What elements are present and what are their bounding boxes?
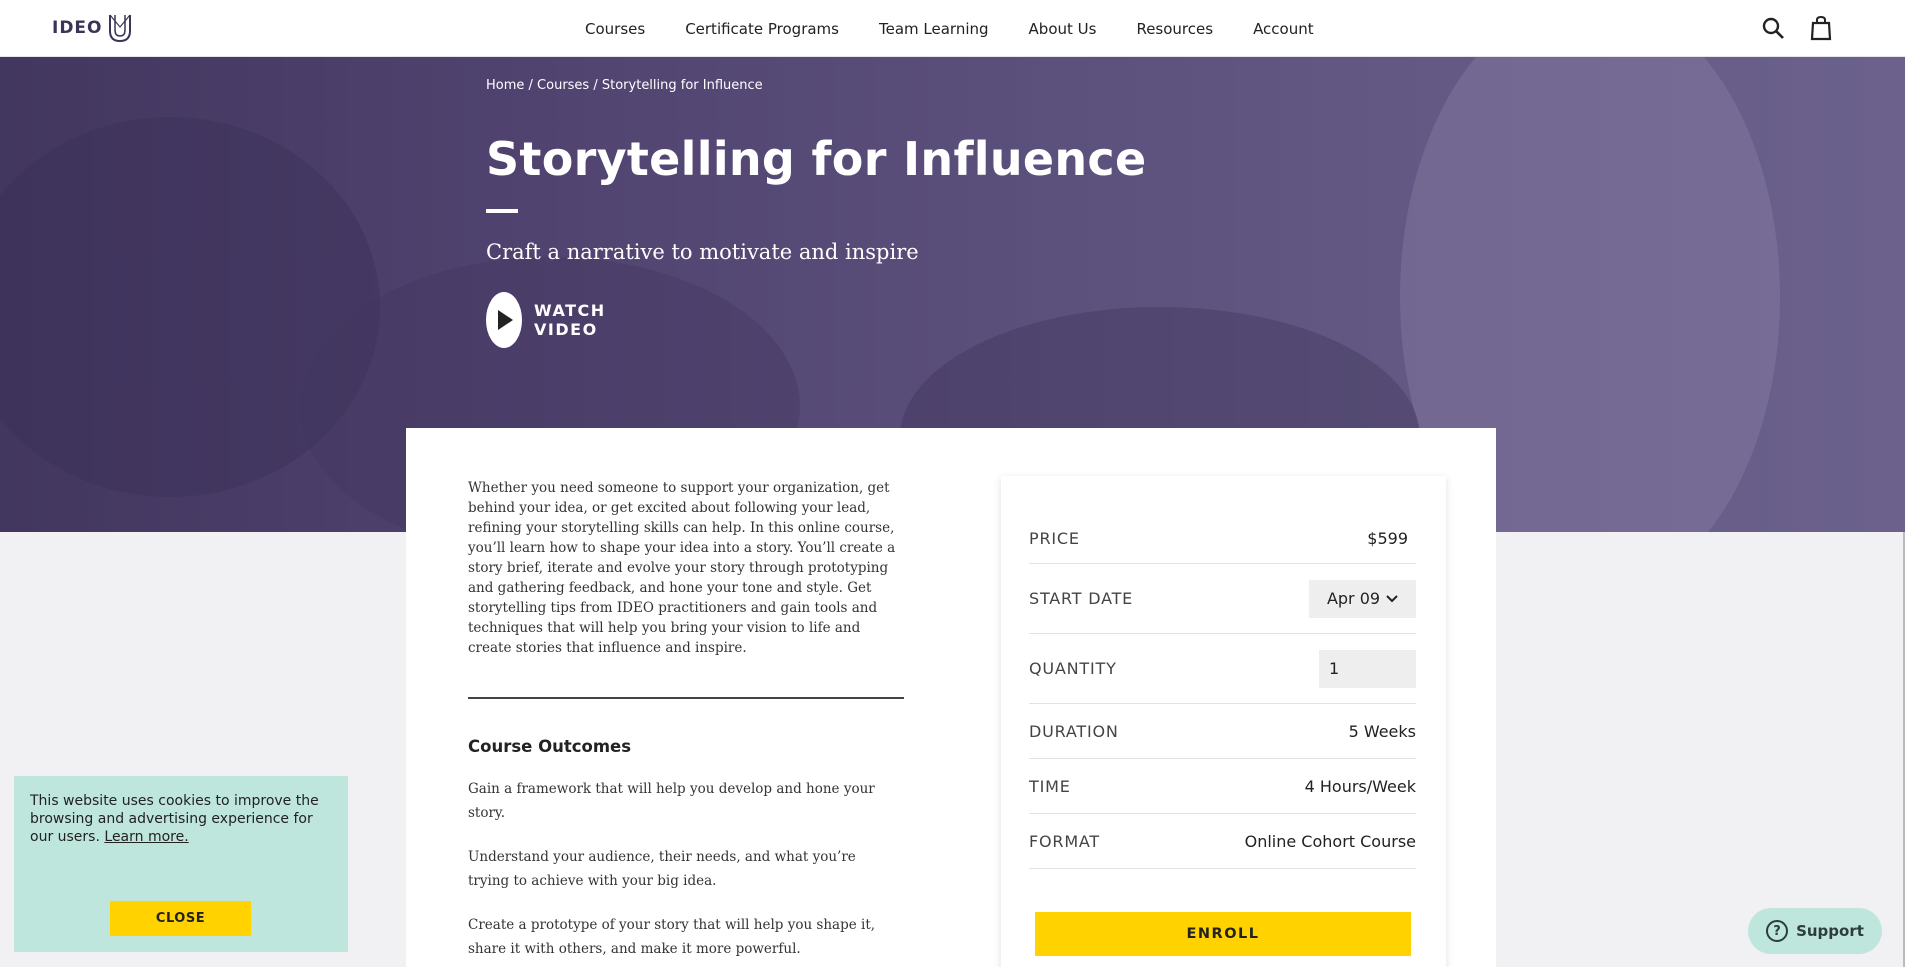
site-header: IDEO Courses Certificate Programs Team L…	[0, 0, 1905, 57]
breadcrumb: Home / Courses / Storytelling for Influe…	[486, 78, 763, 93]
cookie-banner: This website uses cookies to improve the…	[14, 776, 348, 952]
duration-label: DURATION	[1029, 721, 1119, 741]
main-nav: Courses Certificate Programs Team Learni…	[585, 0, 1354, 57]
format-value: Online Cohort Course	[1244, 831, 1416, 851]
cookie-learn-more-link[interactable]: Learn more.	[104, 829, 188, 845]
nav-account[interactable]: Account	[1253, 20, 1314, 38]
cart-icon[interactable]	[1807, 14, 1835, 42]
ideo-u-logo[interactable]: IDEO	[52, 12, 133, 44]
price-row: PRICE $599	[1029, 514, 1416, 564]
enroll-button[interactable]: ENROLL	[1035, 912, 1411, 956]
play-icon[interactable]	[486, 292, 523, 348]
nav-about-us[interactable]: About Us	[1029, 20, 1097, 38]
start-date-value: Apr 09	[1326, 589, 1381, 608]
page-title: Storytelling for Influence	[486, 132, 1147, 186]
nav-resources[interactable]: Resources	[1136, 20, 1213, 38]
quantity-label: QUANTITY	[1029, 659, 1117, 678]
cookie-message: This website uses cookies to improve the…	[30, 792, 340, 846]
outcome-item: Understand your audience, their needs, a…	[468, 849, 856, 889]
price-value: $599	[1367, 529, 1408, 548]
format-row: FORMAT Online Cohort Course	[1029, 814, 1416, 869]
help-icon: ?	[1766, 920, 1789, 942]
chevron-down-icon	[1386, 594, 1398, 602]
nav-certificate-programs[interactable]: Certificate Programs	[685, 20, 839, 38]
breadcrumb-current: Storytelling for Influence	[601, 78, 763, 93]
start-date-row: START DATE Apr 09	[1029, 564, 1416, 634]
start-date-label: START DATE	[1029, 589, 1134, 608]
quantity-input[interactable]: 1	[1319, 649, 1416, 688]
price-label: PRICE	[1029, 529, 1080, 548]
breadcrumb-home[interactable]: Home	[486, 78, 524, 93]
page-subtitle: Craft a narrative to motivate and inspir…	[486, 240, 919, 264]
breadcrumb-separator: /	[524, 78, 538, 93]
time-value: 4 Hours/Week	[1304, 776, 1416, 796]
u-logo-icon	[108, 14, 131, 43]
breadcrumb-separator: /	[589, 78, 602, 93]
nav-courses[interactable]: Courses	[585, 20, 645, 38]
course-outcomes-title: Course Outcomes	[468, 737, 632, 756]
time-row: TIME 4 Hours/Week	[1029, 759, 1416, 814]
course-card: Whether you need someone to support your…	[406, 428, 1496, 967]
time-label: TIME	[1029, 776, 1071, 796]
support-button[interactable]: ? Support	[1748, 908, 1882, 954]
support-label: Support	[1796, 922, 1864, 940]
watch-video-label[interactable]: WATCH VIDEO	[534, 301, 626, 339]
cookie-close-button[interactable]: CLOSE	[110, 901, 251, 936]
quantity-row: QUANTITY 1	[1029, 634, 1416, 704]
search-icon[interactable]	[1759, 14, 1787, 42]
duration-value: 5 Weeks	[1348, 721, 1416, 741]
start-date-select[interactable]: Apr 09	[1309, 579, 1416, 618]
title-underline	[486, 209, 518, 213]
duration-row: DURATION 5 Weeks	[1029, 704, 1416, 759]
course-description: Whether you need someone to support your…	[468, 480, 896, 656]
outcome-item: Create a prototype of your story that wi…	[468, 917, 876, 957]
watch-video-button[interactable]: WATCH VIDEO	[486, 292, 626, 348]
format-label: FORMAT	[1029, 831, 1100, 851]
nav-team-learning[interactable]: Team Learning	[879, 20, 989, 38]
breadcrumb-courses[interactable]: Courses	[537, 78, 589, 93]
logo-text: IDEO	[52, 18, 103, 38]
purchase-panel: PRICE $599 START DATE Apr 09 QUANTITY 1 …	[1001, 476, 1446, 967]
outcome-item: Gain a framework that will help you deve…	[468, 781, 875, 821]
section-divider	[468, 697, 904, 699]
